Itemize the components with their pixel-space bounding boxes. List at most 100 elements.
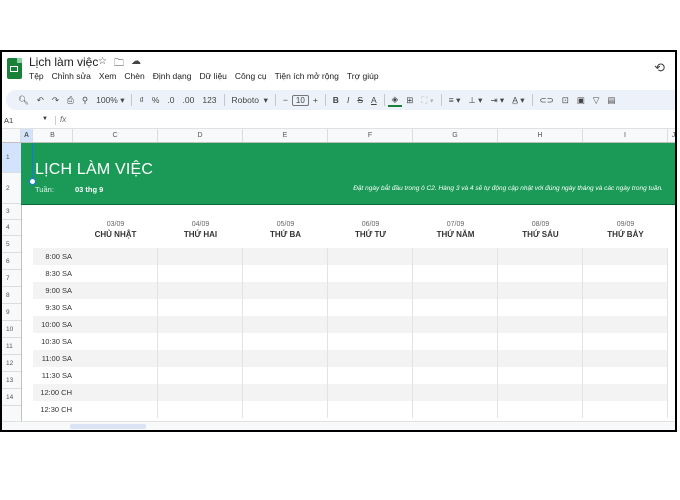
select-all-corner[interactable]	[2, 129, 21, 142]
schedule-cell[interactable]	[73, 316, 158, 333]
schedule-cell[interactable]	[498, 384, 583, 401]
time-label[interactable]: 8:00 SA	[33, 248, 72, 265]
vertical-align-icon[interactable]: ⊥ ▾	[464, 95, 486, 106]
row-header[interactable]: 6	[2, 253, 21, 270]
row-header[interactable]: 2	[2, 173, 21, 204]
time-label[interactable]: 9:00 SA	[33, 282, 72, 299]
column-header[interactable]: H	[498, 129, 583, 142]
search-icon[interactable]: 🔍︎	[14, 95, 33, 106]
row-header[interactable]: 14	[2, 389, 21, 406]
schedule-cell[interactable]	[328, 248, 413, 265]
row-header[interactable]: 8	[2, 287, 21, 304]
font-size-decrease-button[interactable]: −	[279, 95, 292, 105]
schedule-cell[interactable]	[243, 333, 328, 350]
text-wrap-icon[interactable]: ⇥ ▾	[486, 95, 508, 106]
link-icon[interactable]: ⊂⊃	[536, 95, 558, 106]
schedule-banner[interactable]: LỊCH LÀM VIỆC Tuần: 03 thg 9 Đặt ngày bắ…	[21, 143, 675, 205]
menu-format[interactable]: Định dạng	[153, 71, 192, 81]
schedule-cell[interactable]	[158, 384, 243, 401]
column-header[interactable]: B	[33, 129, 73, 142]
chevron-down-icon[interactable]: ▼	[42, 116, 48, 122]
day-header[interactable]: 07/09 THỨ NĂM	[413, 221, 498, 239]
schedule-cell[interactable]	[243, 384, 328, 401]
schedule-cell[interactable]	[243, 299, 328, 316]
font-size-input[interactable]: 10	[291, 94, 309, 106]
row-header[interactable]: 12	[2, 355, 21, 372]
schedule-cell[interactable]	[413, 401, 498, 418]
time-label[interactable]: 12:00 CH	[33, 384, 72, 401]
schedule-cell[interactable]	[328, 299, 413, 316]
borders-icon[interactable]: ⊞	[402, 95, 417, 106]
schedule-cell[interactable]	[158, 282, 243, 299]
schedule-cell[interactable]	[328, 282, 413, 299]
schedule-cell[interactable]	[73, 248, 158, 265]
time-label[interactable]: 9:30 SA	[33, 299, 72, 316]
schedule-cell[interactable]	[328, 384, 413, 401]
schedule-cell[interactable]	[243, 248, 328, 265]
menu-help[interactable]: Trợ giúp	[347, 71, 379, 81]
time-label[interactable]: 11:00 SA	[33, 350, 72, 367]
schedule-cell[interactable]	[328, 333, 413, 350]
week-start-cell[interactable]: 03 thg 9	[75, 185, 103, 194]
schedule-cell[interactable]	[243, 367, 328, 384]
column-header[interactable]: D	[158, 129, 243, 142]
row-header[interactable]: 4	[2, 220, 21, 236]
redo-icon[interactable]: ↷	[48, 95, 63, 106]
schedule-cell[interactable]	[158, 367, 243, 384]
column-header[interactable]: A	[21, 129, 33, 142]
day-header[interactable]: 05/09 THỨ BA	[243, 221, 328, 239]
schedule-cell[interactable]	[243, 265, 328, 282]
currency-format-button[interactable]: ₫	[135, 95, 147, 105]
menu-file[interactable]: Tệp	[29, 71, 44, 81]
history-icon[interactable]: ⟲	[654, 60, 665, 76]
print-icon[interactable]: ⎙	[63, 95, 78, 106]
schedule-cell[interactable]	[73, 401, 158, 418]
merge-cells-icon[interactable]: ⛶ ▾	[417, 95, 437, 106]
menu-extensions[interactable]: Tiện ích mở rộng	[275, 71, 339, 81]
chart-icon[interactable]: ▣	[573, 95, 589, 106]
schedule-cell[interactable]	[413, 265, 498, 282]
column-header[interactable]: F	[328, 129, 413, 142]
schedule-cell[interactable]	[243, 316, 328, 333]
schedule-cell[interactable]	[413, 367, 498, 384]
number-format-button[interactable]: 123	[198, 95, 220, 105]
menu-insert[interactable]: Chèn	[124, 71, 144, 81]
schedule-cell[interactable]	[158, 248, 243, 265]
schedule-cell[interactable]	[158, 265, 243, 282]
schedule-cell[interactable]	[413, 248, 498, 265]
schedule-cell[interactable]	[243, 350, 328, 367]
column-header[interactable]: E	[243, 129, 328, 142]
font-select[interactable]: Roboto ▾	[228, 95, 272, 106]
selection-handle[interactable]	[29, 178, 36, 185]
schedule-cell[interactable]	[498, 316, 583, 333]
column-header[interactable]: I	[583, 129, 668, 142]
paint-format-icon[interactable]: ⚲	[78, 95, 92, 106]
schedule-cell[interactable]	[583, 367, 668, 384]
horizontal-align-icon[interactable]: ≡ ▾	[445, 95, 465, 106]
day-header[interactable]: 03/09 CHỦ NHẬT	[73, 221, 158, 239]
schedule-cell[interactable]	[73, 384, 158, 401]
filter-icon[interactable]: ▽	[589, 95, 604, 106]
day-header[interactable]: 04/09 THỨ HAI	[158, 221, 243, 239]
increase-decimal-button[interactable]: .00	[179, 95, 199, 105]
schedule-cell[interactable]	[328, 316, 413, 333]
schedule-cell[interactable]	[498, 333, 583, 350]
schedule-cell[interactable]	[498, 282, 583, 299]
text-color-button[interactable]: A	[367, 95, 381, 105]
time-label[interactable]: 11:30 SA	[33, 367, 72, 384]
horizontal-scrollbar[interactable]	[2, 421, 675, 430]
menu-edit[interactable]: Chỉnh sửa	[52, 71, 91, 81]
time-label[interactable]: 10:00 SA	[33, 316, 72, 333]
comment-icon[interactable]: ⊡	[558, 95, 573, 106]
menu-view[interactable]: Xem	[99, 71, 116, 81]
row-header[interactable]: 11	[2, 338, 21, 355]
schedule-cell[interactable]	[583, 401, 668, 418]
time-label[interactable]: 10:30 SA	[33, 333, 72, 350]
column-header[interactable]: G	[413, 129, 498, 142]
schedule-cell[interactable]	[243, 282, 328, 299]
row-header[interactable]: 13	[2, 372, 21, 389]
column-header[interactable]: J	[668, 129, 675, 142]
schedule-cell[interactable]	[583, 265, 668, 282]
schedule-cell[interactable]	[73, 367, 158, 384]
schedule-cell[interactable]	[73, 265, 158, 282]
